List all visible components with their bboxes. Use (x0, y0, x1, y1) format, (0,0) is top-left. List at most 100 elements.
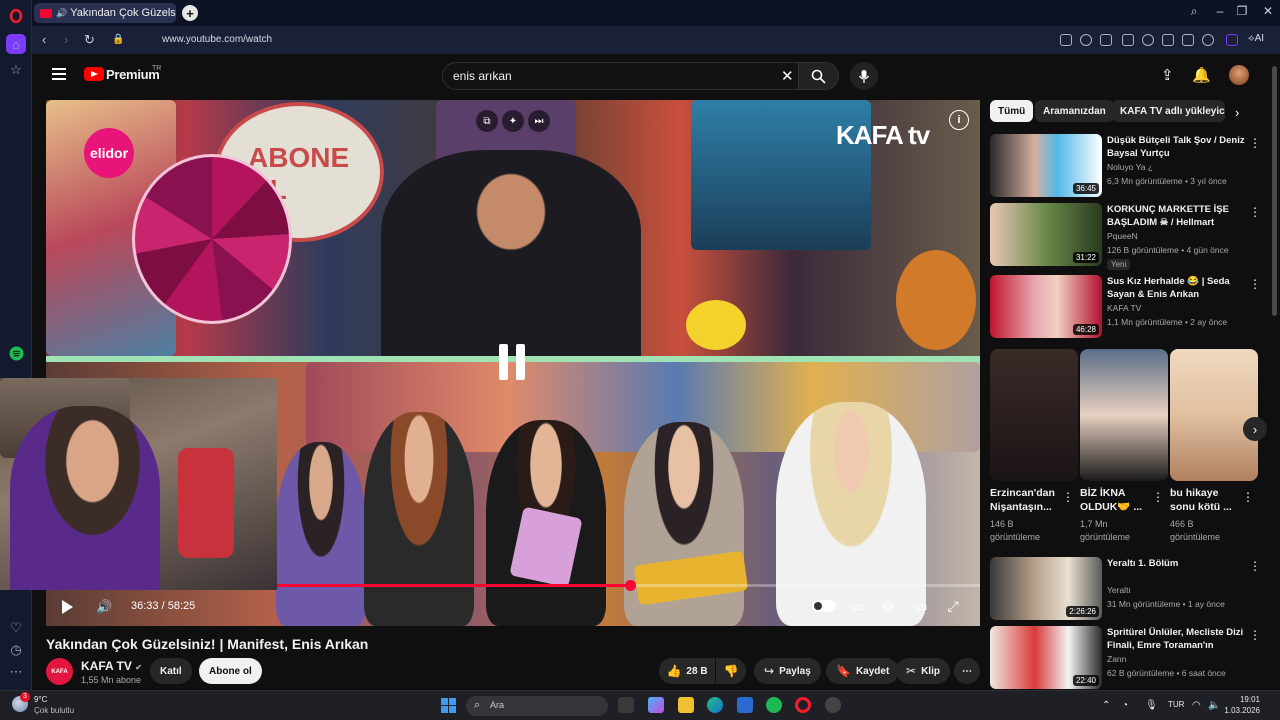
search-input[interactable]: enis arıkan ✕ (442, 62, 799, 90)
shield-icon[interactable] (1100, 34, 1112, 46)
more-vertical-icon[interactable]: ⋮ (1062, 490, 1074, 504)
back-icon[interactable]: ‹ (42, 32, 46, 47)
extensions-icon[interactable] (1226, 34, 1238, 46)
more-vertical-icon[interactable]: ⋮ (1249, 628, 1261, 642)
volume-icon[interactable]: 🔊 (96, 599, 112, 615)
video-thumbnail[interactable]: 36:45 (990, 134, 1102, 197)
history-icon[interactable]: ◷ (6, 640, 26, 660)
opera-taskbar-icon[interactable] (795, 697, 811, 713)
recommendation-item[interactable]: 36:45 Düşük Bütçeli Talk Şov / Deniz Bay… (990, 134, 1262, 198)
recommendation-item[interactable]: 2:26:26 Yeraltı 1. Bölüm Yeraltı 31 Mn g… (990, 557, 1262, 621)
hamburger-menu-icon[interactable] (52, 68, 66, 80)
menu-lines-icon[interactable] (1182, 34, 1194, 46)
ai-sparkle-icon[interactable]: ✦ (502, 110, 524, 132)
voice-search-button[interactable] (850, 62, 878, 90)
more-vertical-icon[interactable]: ⋮ (1249, 205, 1261, 219)
skip-icon[interactable]: ⏭ (528, 110, 550, 132)
language-indicator[interactable]: TUR (1168, 700, 1184, 709)
miniplayer-icon[interactable]: ⧉ (476, 110, 498, 132)
more-icon[interactable]: ⋯ (6, 662, 26, 682)
short-thumbnail[interactable] (1170, 349, 1258, 481)
more-vertical-icon[interactable]: ⋮ (1249, 136, 1261, 150)
obs-icon[interactable] (825, 697, 841, 713)
join-button[interactable]: Katıl (150, 658, 192, 684)
fullscreen-icon[interactable]: ⤢ (944, 598, 962, 615)
search-tabs-icon[interactable]: ⌕ (1184, 4, 1204, 19)
short-thumbnail[interactable] (990, 349, 1078, 481)
profile-icon[interactable] (1202, 34, 1214, 46)
scrollbar-thumb[interactable] (1272, 66, 1277, 316)
subscribe-button[interactable]: Abone ol (199, 658, 262, 684)
short-thumbnail[interactable] (1080, 349, 1168, 481)
pause-overlay-icon[interactable] (499, 344, 527, 380)
like-button[interactable]: 👍 28 B (659, 658, 715, 684)
speaker-icon[interactable]: 🔊 (56, 8, 67, 19)
forward-icon[interactable]: › (64, 32, 68, 47)
new-tab-button[interactable]: + (182, 5, 198, 21)
recommendation-title[interactable]: Yeraltı 1. Bölüm (1107, 557, 1245, 570)
youtube-logo-icon[interactable] (84, 67, 104, 81)
share-button[interactable]: ↪ Paylaş (754, 658, 821, 684)
recommendation-title[interactable]: Düşük Bütçeli Talk Şov / Deniz Baysal Yu… (1107, 134, 1245, 160)
short-title[interactable]: BİZ İKNA OLDUK🤝 ... (1080, 486, 1156, 514)
upload-icon[interactable]: ⇪ (1161, 66, 1174, 84)
video-thumbnail[interactable]: 22:40 (990, 626, 1102, 689)
clear-search-icon[interactable]: ✕ (781, 67, 794, 85)
chip-from-search[interactable]: Aramanızdan (1035, 100, 1114, 122)
network-icon[interactable]: ◔ (1122, 700, 1128, 711)
clock-date[interactable]: 1.03.2026 (1220, 706, 1260, 715)
close-window-button[interactable]: ✕ (1258, 4, 1278, 18)
clock-time[interactable]: 19:01 (1220, 695, 1260, 704)
heart-ext-icon[interactable] (1142, 34, 1154, 46)
microphone-tray-icon[interactable]: 🎙 (1145, 700, 1158, 711)
wifi-icon[interactable]: ◠ (1192, 700, 1201, 711)
edit-icon[interactable] (1060, 34, 1072, 46)
url-field[interactable]: www.youtube.com/watch (162, 34, 272, 45)
recommendation-channel[interactable]: KAFA TV (1107, 303, 1141, 313)
weather-description[interactable]: Çok bulutlu (34, 706, 74, 715)
recommendation-item[interactable]: 31:22 KORKUNÇ MARKETTE İŞE BAŞLADIM ☠ / … (990, 203, 1262, 270)
recommendation-channel[interactable]: Yeraltı (1107, 585, 1131, 595)
video-thumbnail[interactable]: 2:26:26 (990, 557, 1102, 620)
star-icon[interactable]: ☆ (6, 60, 26, 80)
recommendation-title[interactable]: KORKUNÇ MARKETTE İŞE BAŞLADIM ☠ / Hellma… (1107, 203, 1245, 229)
video-thumbnail[interactable]: 31:22 (990, 203, 1102, 266)
notifications-bell-icon[interactable]: 🔔 (1192, 66, 1211, 84)
clip-button[interactable]: ✂ Klip (896, 658, 950, 684)
edge-icon[interactable] (707, 697, 723, 713)
taskbar-search[interactable]: ⌕ Ara (466, 696, 608, 716)
recommendation-title[interactable]: Sus Kız Herhalde 😂 | Seda Sayan & Enis A… (1107, 275, 1245, 301)
short-title[interactable]: bu hikaye sonu kötü ... (1170, 486, 1246, 514)
more-vertical-icon[interactable]: ⋮ (1249, 559, 1261, 573)
chevron-up-icon[interactable]: ⌃ (1102, 700, 1110, 711)
recommendation-channel[interactable]: Zann (1107, 654, 1126, 664)
chip-uploader[interactable]: KAFA TV adlı yükleyicide (1112, 100, 1225, 122)
more-vertical-icon[interactable]: ⋮ (1152, 490, 1164, 504)
spotify-taskbar-icon[interactable] (766, 697, 782, 713)
recommendation-channel[interactable]: Noluyo Ya ¿ (1107, 162, 1153, 172)
maximize-button[interactable]: ❐ (1232, 4, 1252, 18)
shorts-next-button[interactable]: › (1243, 417, 1267, 441)
camera-icon[interactable] (1080, 34, 1092, 46)
tab-youtube[interactable]: 🔊 Yakından Çok Güzelsini (34, 3, 176, 23)
store-icon[interactable] (737, 697, 753, 713)
more-vertical-icon[interactable]: ⋮ (1249, 277, 1261, 291)
send-icon[interactable] (1122, 34, 1134, 46)
chevron-right-icon[interactable]: › (1235, 105, 1239, 120)
heart-icon[interactable]: ♡ (6, 618, 26, 638)
autoplay-toggle[interactable] (812, 600, 836, 612)
short-title[interactable]: Erzincan'dan Nişantaşın... (990, 486, 1066, 514)
recommendation-channel[interactable]: PqueeN (1107, 231, 1138, 241)
search-button[interactable] (799, 62, 839, 90)
user-avatar[interactable] (1229, 65, 1249, 85)
progress-scrubber[interactable] (624, 580, 636, 591)
recommendation-item[interactable]: 46:28 Sus Kız Herhalde 😂 | Seda Sayan & … (990, 275, 1262, 339)
minimize-button[interactable]: – (1210, 4, 1230, 18)
download-icon[interactable] (1162, 34, 1174, 46)
more-actions-button[interactable]: ⋯ (954, 658, 980, 684)
channel-avatar[interactable]: KAFA (46, 658, 73, 685)
play-button[interactable] (62, 600, 74, 614)
more-vertical-icon[interactable]: ⋮ (1242, 490, 1254, 504)
windows-start-icon[interactable] (441, 698, 456, 713)
recommendation-title[interactable]: Spritürel Ünlüler, Mecliste Dizi Finali,… (1107, 626, 1245, 652)
